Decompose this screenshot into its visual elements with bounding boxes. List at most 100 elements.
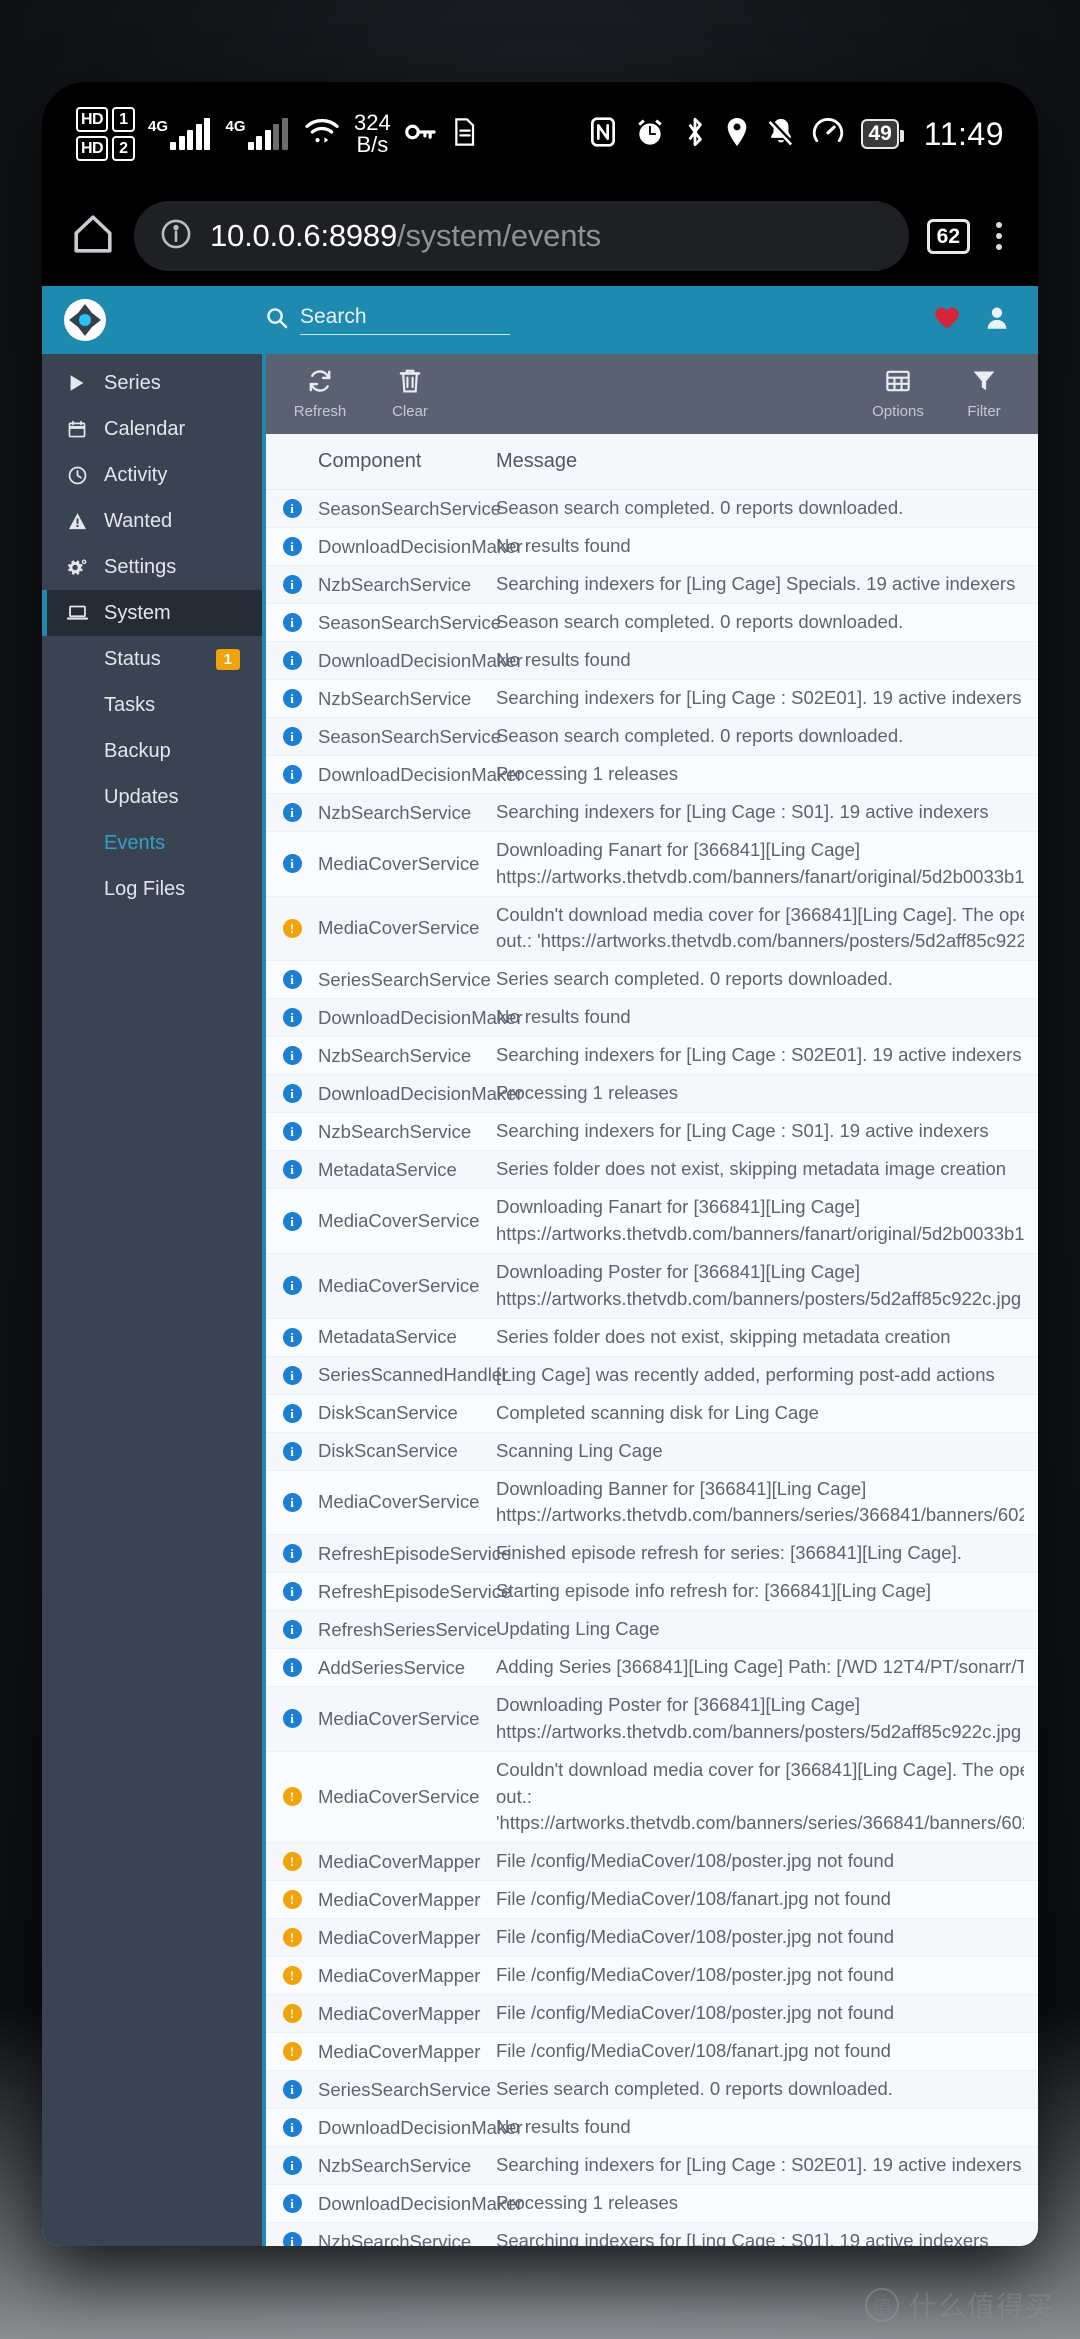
table-row[interactable]: i NzbSearchService Searching indexers for … [266, 566, 1038, 604]
message-cell: Season search completed. 0 reports downl… [496, 609, 1038, 636]
level-cell: i [266, 1582, 318, 1602]
sidebar-subitem-log-files[interactable]: Log Files [42, 866, 262, 912]
table-row[interactable]: ! MediaCoverService Couldn't download medi… [266, 1751, 1038, 1844]
search-input[interactable]: Search [300, 305, 510, 335]
message-line: 'https://artworks.thetvdb.com/banners/se… [496, 1812, 1024, 1834]
sim2-number: 2 [112, 136, 136, 161]
table-row[interactable]: i DiskScanService Completed scanning disk … [266, 1394, 1038, 1433]
message-cell: Couldn't download media cover for [36684… [496, 1757, 1038, 1837]
home-icon[interactable] [70, 211, 116, 262]
message-cell: Downloading Fanart for [366841][Ling Cag… [496, 1194, 1038, 1248]
table-row[interactable]: i DownloadDecisionMaker Processing 1 relea… [266, 756, 1038, 794]
table-row[interactable]: i NzbSearchService Searching indexers for … [266, 1037, 1038, 1076]
sidebar-item-wanted[interactable]: Wanted [42, 498, 262, 544]
table-row[interactable]: i SeriesSearchService Series search comple… [266, 961, 1038, 1000]
table-row[interactable]: ! MediaCoverMapper File /config/MediaCover… [266, 1957, 1038, 1996]
level-cell: i [266, 1008, 318, 1028]
level-cell: i [266, 1544, 318, 1564]
sidebar-item-system[interactable]: System [42, 590, 262, 636]
sidebar-item-series[interactable]: Series [42, 360, 262, 406]
table-row[interactable]: i DownloadDecisionMaker No results found [266, 642, 1038, 680]
sonarr-logo[interactable] [64, 299, 106, 341]
table-row[interactable]: ! MediaCoverMapper File /config/MediaCover… [266, 1995, 1038, 2034]
funnel-icon [971, 368, 997, 398]
table-row[interactable]: ! MediaCoverMapper File /config/MediaCover… [266, 1881, 1038, 1920]
sidebar-subitem-label: Tasks [104, 693, 156, 716]
level-cell: i [266, 854, 318, 874]
level-cell: i [266, 537, 318, 556]
options-label: Options [872, 403, 924, 420]
message-cell: File /config/MediaCover/108/poster.jpg n… [496, 1848, 1038, 1875]
message-cell: Finished episode refresh for series: [36… [496, 1540, 1038, 1567]
table-row[interactable]: i SeasonSearchService Season search comple… [266, 604, 1038, 642]
message-line: Processing 1 releases [496, 763, 679, 785]
network-speed-indicator: 324 B/s [354, 110, 391, 157]
tab-count-button[interactable]: 62 [926, 218, 970, 254]
table-row[interactable]: i SeasonSearchService Season search comple… [266, 490, 1038, 528]
table-row[interactable]: i DownloadDecisionMaker Processing 1 relea… [266, 2185, 1038, 2224]
table-row[interactable]: i MediaCoverService Downloading Banner for… [266, 1470, 1038, 1536]
message-cell: No results found [496, 1004, 1038, 1031]
refresh-button[interactable]: Refresh [292, 368, 348, 420]
table-row[interactable]: i RefreshEpisodeService Starting episode i… [266, 1573, 1038, 1612]
table-row[interactable]: i MetadataService Series folder does not e… [266, 1318, 1038, 1357]
overflow-menu-icon[interactable] [988, 218, 1010, 254]
table-row[interactable]: i AddSeriesService Adding Series [366841][… [266, 1649, 1038, 1688]
sidebar-item-settings[interactable]: Settings [42, 544, 262, 590]
table-row[interactable]: ! MediaCoverMapper File /config/MediaCover… [266, 2033, 1038, 2072]
table-row[interactable]: i SeasonSearchService Season search comple… [266, 718, 1038, 756]
message-cell: Updating Ling Cage [496, 1616, 1038, 1643]
table-row[interactable]: i NzbSearchService Searching indexers for … [266, 2223, 1038, 2246]
table-row[interactable]: ! MediaCoverMapper File /config/MediaCover… [266, 1843, 1038, 1882]
level-cell: i [266, 499, 318, 518]
sidebar-subitem-events[interactable]: Events [42, 820, 262, 866]
sidebar-subitem-tasks[interactable]: Tasks [42, 682, 262, 728]
sidebar-item-activity[interactable]: Activity [42, 452, 262, 498]
clear-button[interactable]: Clear [382, 368, 438, 420]
level-cell: ! [266, 1928, 318, 1948]
sidebar-subitem-status[interactable]: Status 1 [42, 636, 262, 682]
address-bar[interactable]: 10.0.0.6:8989/system/events [134, 201, 909, 271]
message-line: Searching indexers for [Ling Cage] Speci… [496, 573, 1016, 595]
component-cell: SeriesSearchService [318, 968, 491, 990]
table-header-row: Component Message [266, 434, 1038, 490]
filter-button[interactable]: Filter [956, 368, 1012, 420]
sidebar-item-calendar[interactable]: Calendar [42, 406, 262, 452]
signal-bars-sim1-icon: 4G [148, 118, 213, 150]
table-row[interactable]: i SeriesSearchService Series search comple… [266, 2071, 1038, 2110]
table-row[interactable]: i DownloadDecisionMaker No results found [266, 2109, 1038, 2148]
options-button[interactable]: Options [870, 368, 926, 420]
info-icon: i [282, 1582, 302, 1602]
message-column-header[interactable]: Message [496, 450, 577, 473]
heart-icon[interactable] [934, 306, 960, 335]
table-row[interactable]: i DownloadDecisionMaker Processing 1 relea… [266, 1075, 1038, 1114]
level-cell: i [266, 1441, 318, 1461]
message-line: No results found [496, 2116, 631, 2138]
component-column-header[interactable]: Component [318, 450, 496, 473]
table-row[interactable]: i MediaCoverService Downloading Poster for… [266, 1687, 1038, 1752]
table-row[interactable]: i MetadataService Series folder does not e… [266, 1151, 1038, 1190]
table-row[interactable]: i SeriesScannedHandler [Ling Cage] was rec… [266, 1357, 1038, 1395]
sidebar-subitem-backup[interactable]: Backup [42, 728, 262, 774]
table-row[interactable]: i MediaCoverService Downloading Fanart for… [266, 1189, 1038, 1254]
message-line: Downloading Fanart for [366841][Ling Cag… [496, 839, 861, 860]
message-cell: Searching indexers for [Ling Cage : S02E… [496, 685, 1038, 712]
info-icon[interactable] [160, 218, 192, 255]
table-row[interactable]: ! MediaCoverService Couldn't download medi… [266, 897, 1038, 962]
table-row[interactable]: i DownloadDecisionMaker No results found [266, 528, 1038, 566]
table-row[interactable]: i MediaCoverService Downloading Fanart for… [266, 832, 1038, 897]
table-row[interactable]: i DiskScanService Scanning Ling Cage [266, 1433, 1038, 1471]
table-row[interactable]: i NzbSearchService Searching indexers for … [266, 794, 1038, 832]
table-row[interactable]: i MediaCoverService Downloading Poster for… [266, 1254, 1038, 1319]
table-row[interactable]: ! MediaCoverMapper File /config/MediaCover… [266, 1919, 1038, 1958]
table-row[interactable]: i NzbSearchService Searching indexers for … [266, 1113, 1038, 1152]
sidebar-subitem-updates[interactable]: Updates [42, 774, 262, 820]
table-row[interactable]: i NzbSearchService Searching indexers for … [266, 2147, 1038, 2186]
table-row[interactable]: i DownloadDecisionMaker No results found [266, 999, 1038, 1038]
table-row[interactable]: i RefreshSeriesService Updating Ling Cage [266, 1611, 1038, 1650]
table-row[interactable]: i NzbSearchService Searching indexers for … [266, 680, 1038, 718]
table-row[interactable]: i RefreshEpisodeService Finished episode r… [266, 1535, 1038, 1574]
search-box[interactable]: Search [266, 305, 510, 335]
user-icon[interactable] [986, 306, 1008, 335]
message-line: Couldn't download media cover for [36684… [496, 903, 1024, 925]
